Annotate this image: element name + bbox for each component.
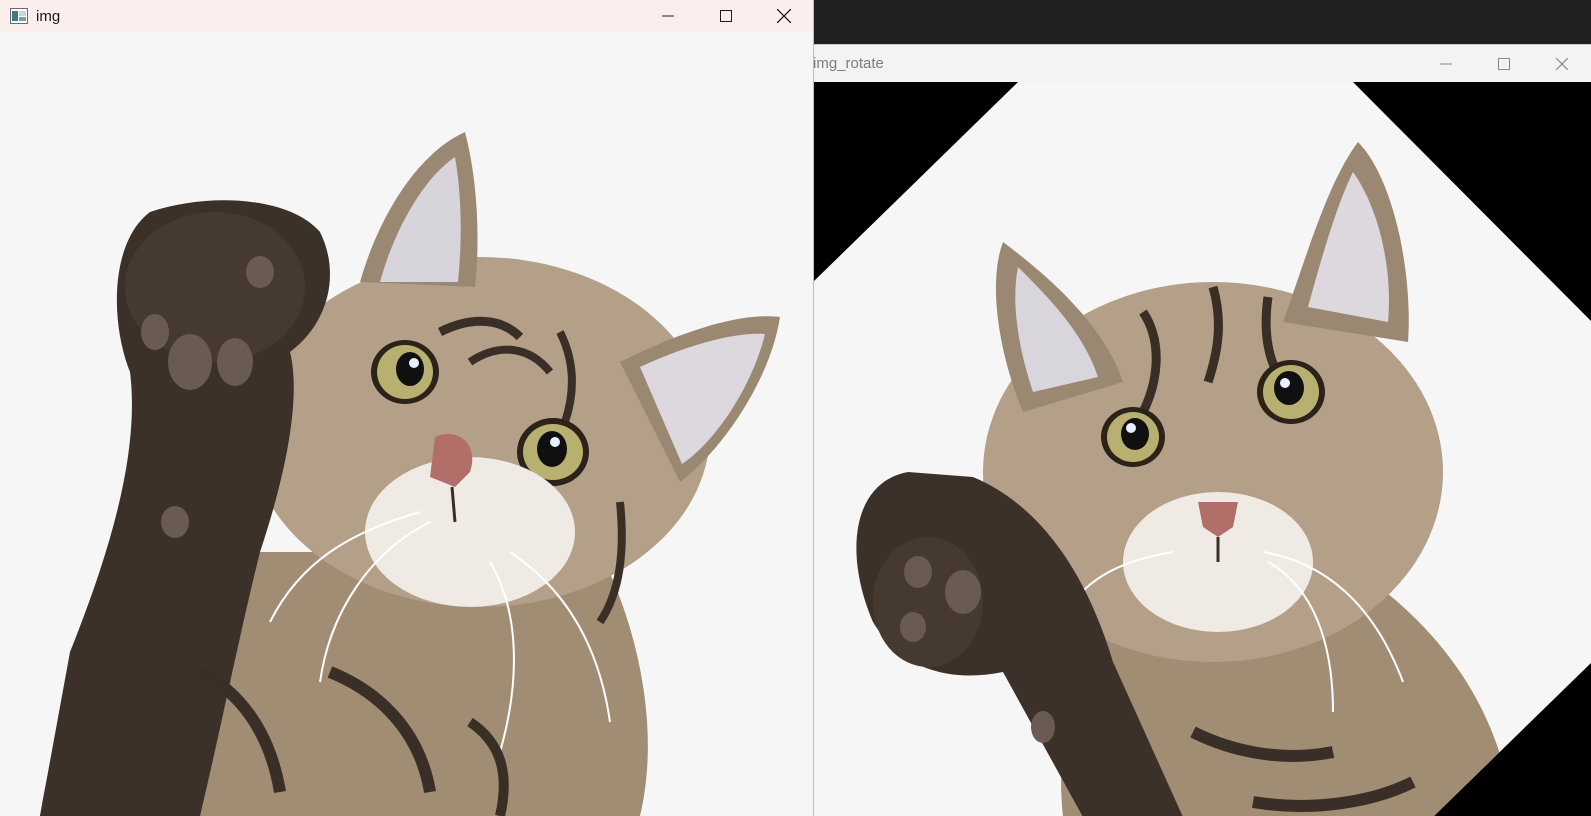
maximize-icon — [720, 10, 732, 22]
minimize-icon — [1440, 63, 1452, 64]
close-icon — [777, 9, 791, 23]
close-button[interactable] — [1533, 45, 1591, 82]
titlebar[interactable]: img — [0, 0, 813, 32]
maximize-icon — [1498, 57, 1510, 70]
close-icon — [1556, 57, 1568, 70]
window-title: img — [36, 7, 61, 25]
desktop: img_rotate img — [0, 0, 1591, 816]
cat-image — [0, 32, 813, 816]
minimize-button[interactable] — [1417, 45, 1475, 82]
window-img[interactable]: img — [0, 0, 814, 816]
image-canvas — [0, 32, 813, 816]
window-title: img_rotate — [813, 55, 884, 72]
window-img-rotate[interactable]: img_rotate — [812, 44, 1591, 816]
minimize-icon — [662, 15, 674, 17]
titlebar[interactable]: img_rotate — [813, 45, 1591, 82]
maximize-button[interactable] — [1475, 45, 1533, 82]
minimize-button[interactable] — [639, 0, 697, 32]
rotated-cat-image — [813, 82, 1591, 816]
app-icon — [10, 8, 28, 24]
close-button[interactable] — [755, 0, 813, 32]
image-canvas-rotated — [813, 82, 1591, 816]
window-controls — [1417, 45, 1591, 82]
maximize-button[interactable] — [697, 0, 755, 32]
window-controls — [639, 0, 813, 32]
